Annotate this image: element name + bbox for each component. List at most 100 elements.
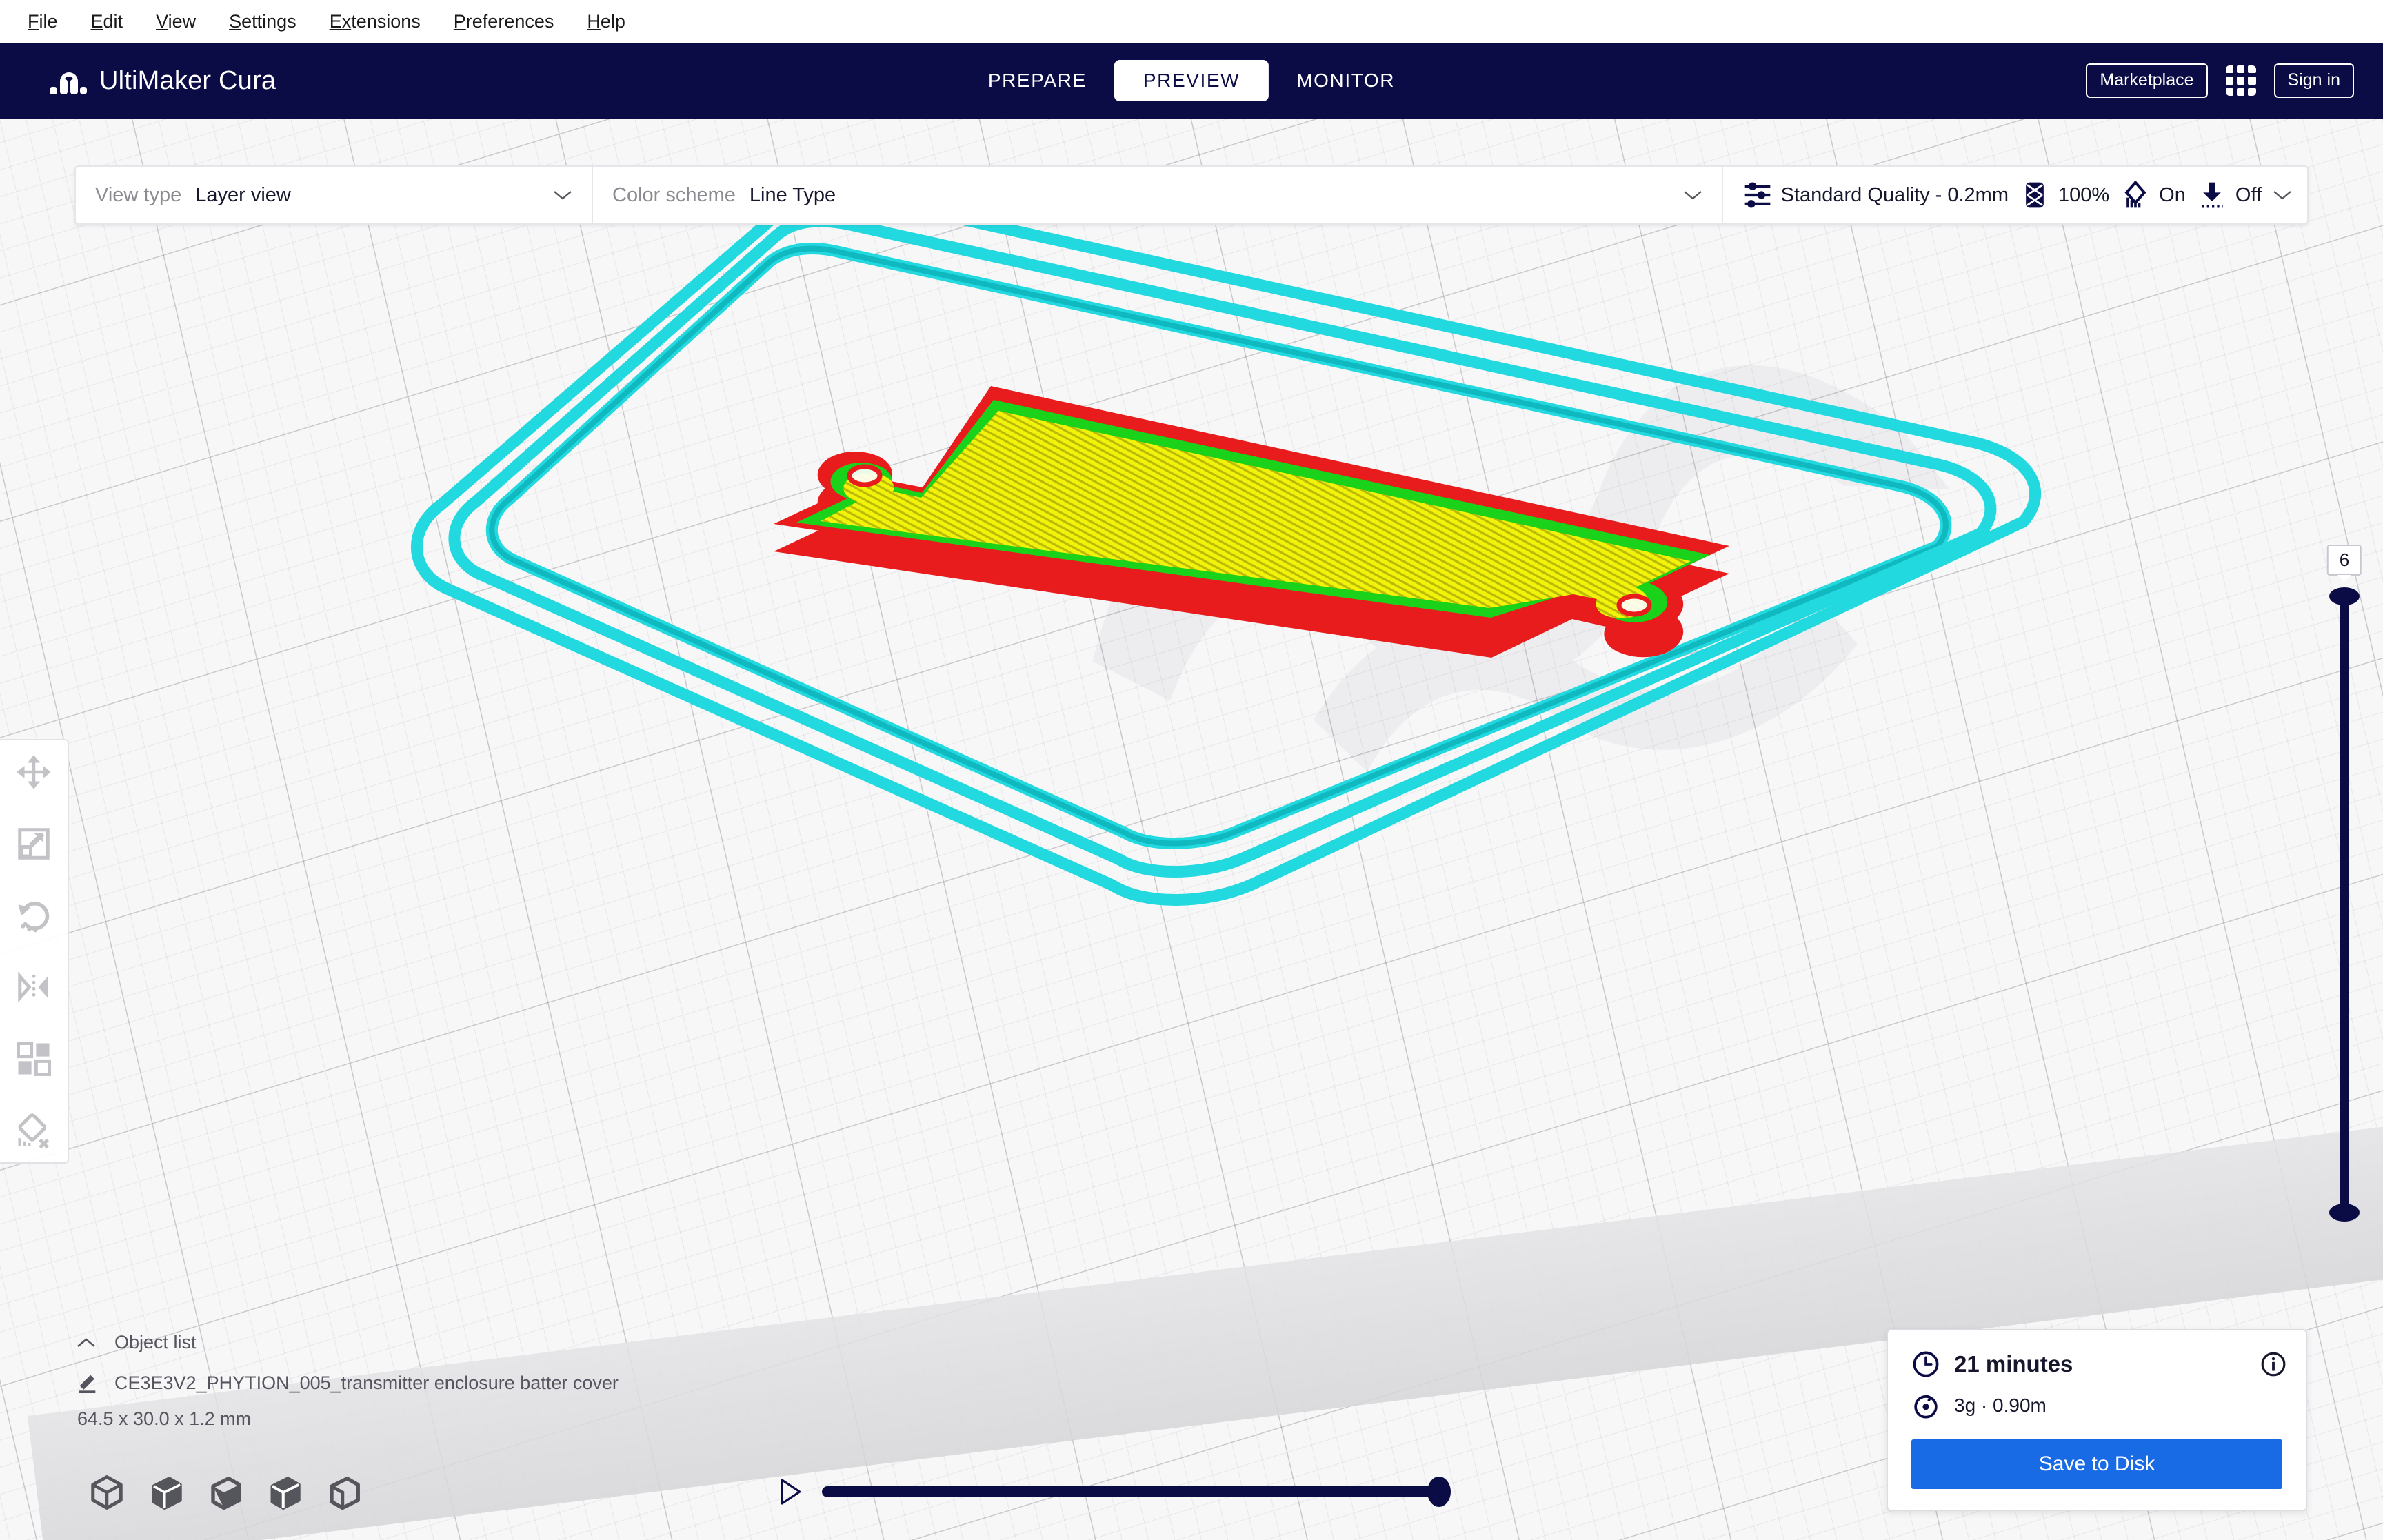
view-type-value: Layer view (195, 183, 291, 206)
infill-icon (2026, 182, 2044, 208)
move-icon (17, 755, 51, 789)
color-scheme-chevron-down-icon (1683, 190, 1702, 201)
left-tool-column (0, 739, 69, 1164)
menu-view-mnemonic: V (156, 10, 168, 32)
marketplace-button[interactable]: Marketplace (2086, 63, 2208, 98)
menu-settings[interactable]: Settings (214, 8, 312, 35)
view-type-label: View type (95, 183, 182, 206)
ultimaker-logo-icon (50, 67, 87, 94)
brand: UltiMaker Cura (0, 66, 276, 96)
menu-file[interactable]: File (12, 8, 73, 35)
support-icon (2124, 180, 2146, 208)
scale-tool[interactable] (13, 823, 54, 864)
support-blocker-icon (18, 1113, 50, 1149)
rotate-icon (18, 902, 50, 933)
print-info-card: 21 minutes 3g · 0.90m Save to Disk (1887, 1329, 2307, 1511)
layer-slider[interactable]: 6 (2324, 545, 2365, 1222)
layer-slider-value: 6 (2326, 545, 2362, 576)
sliders-icon (1744, 182, 1770, 208)
info-icon[interactable] (2260, 1351, 2286, 1377)
menu-file-rest: ile (39, 10, 58, 32)
save-to-disk-button[interactable]: Save to Disk (1911, 1439, 2282, 1489)
scale-icon (18, 828, 50, 860)
print-setup-chevron-down-icon[interactable] (2273, 190, 2292, 201)
move-tool[interactable] (13, 751, 54, 793)
view-left-icon[interactable] (266, 1474, 303, 1511)
support-chip[interactable]: On (2120, 180, 2186, 210)
profile-value: Standard Quality - 0.2mm (1780, 183, 2009, 206)
layer-slider-handle-top[interactable] (2329, 587, 2360, 605)
3d-viewport[interactable]: 6 Object list CE3E3V2_PHYTION_005_transm… (0, 119, 2383, 1540)
menu-edit-mnemonic: E (90, 10, 103, 32)
app-bar-right: Marketplace Sign in (2086, 63, 2354, 98)
menu-bar: File Edit View Settings Extensions Prefe… (0, 0, 2383, 43)
sign-in-button[interactable]: Sign in (2273, 63, 2354, 98)
pencil-icon (79, 1375, 96, 1394)
menu-extensions-rest: tensions (351, 10, 421, 32)
path-slider[interactable] (779, 1471, 1451, 1512)
support-value: On (2159, 183, 2186, 206)
path-slider-track[interactable] (822, 1477, 1451, 1507)
preview-settings-bar: View type Layer view Color scheme Line T… (74, 165, 2309, 225)
camera-view-buttons (88, 1474, 363, 1511)
menu-preferences[interactable]: Preferences (439, 8, 570, 35)
menu-extensions[interactable]: Extensions (314, 8, 436, 35)
apps-grid-icon[interactable] (2225, 65, 2256, 96)
material-usage: 3g · 0.90m (1954, 1395, 2047, 1416)
object-list-header[interactable]: Object list (76, 1332, 619, 1353)
object-list-item[interactable]: CE3E3V2_PHYTION_005_transmitter enclosur… (76, 1371, 619, 1395)
spool-icon (1914, 1395, 1938, 1419)
layer-slider-handle-bottom[interactable] (2329, 1204, 2360, 1222)
view-top-icon[interactable] (207, 1474, 244, 1511)
color-scheme-dropdown[interactable]: Color scheme Line Type (593, 167, 1723, 223)
profile-chip[interactable]: Standard Quality - 0.2mm (1742, 180, 2009, 210)
menu-help-mnemonic: H (587, 10, 601, 32)
path-slider-handle[interactable] (1427, 1477, 1451, 1507)
layer-slider-track[interactable] (2340, 600, 2349, 1209)
print-setup-selector[interactable]: Standard Quality - 0.2mm 100% On Off (1723, 167, 2307, 223)
menu-preferences-rest: references (465, 10, 554, 32)
object-name: CE3E3V2_PHYTION_005_transmitter enclosur… (114, 1372, 619, 1393)
menu-view[interactable]: View (141, 8, 211, 35)
menu-edit[interactable]: Edit (76, 8, 139, 35)
tab-prepare[interactable]: PREPARE (965, 60, 1110, 101)
print-time-row: 21 minutes (1911, 1350, 2282, 1379)
menu-preferences-mnemonic: P (453, 10, 466, 32)
adhesion-chip[interactable]: Off (2197, 180, 2262, 210)
menu-help[interactable]: Help (572, 8, 641, 35)
print-time: 21 minutes (1954, 1351, 2073, 1377)
per-model-settings-icon (17, 1042, 51, 1076)
tab-monitor[interactable]: MONITOR (1273, 60, 1418, 101)
adhesion-value: Off (2235, 183, 2262, 206)
menu-edit-rest: dit (103, 10, 123, 32)
view-right-icon[interactable] (325, 1474, 363, 1511)
color-scheme-value: Line Type (749, 183, 836, 206)
app-bar: UltiMaker Cura PREPARE PREVIEW MONITOR M… (0, 43, 2383, 119)
material-row: 3g · 0.90m (1911, 1391, 2282, 1420)
chevron-up-icon (77, 1337, 95, 1347)
menu-settings-mnemonic: S (229, 10, 242, 32)
object-list-panel: Object list CE3E3V2_PHYTION_005_transmit… (76, 1332, 619, 1430)
infill-chip[interactable]: 100% (2020, 180, 2109, 210)
menu-settings-rest: ettings (241, 10, 296, 32)
view-type-dropdown[interactable]: View type Layer view (76, 167, 593, 223)
tab-preview[interactable]: PREVIEW (1114, 60, 1269, 101)
per-model-settings-tool[interactable] (13, 1038, 54, 1080)
menu-help-rest: elp (600, 10, 625, 32)
object-dimensions: 64.5 x 30.0 x 1.2 mm (77, 1408, 252, 1429)
view-3d-icon[interactable] (88, 1474, 125, 1511)
color-scheme-label: Color scheme (612, 183, 736, 206)
rotate-tool[interactable] (13, 895, 54, 936)
object-list-title: Object list (114, 1332, 197, 1352)
mirror-icon (18, 971, 48, 1003)
play-icon[interactable] (779, 1478, 803, 1506)
view-front-icon[interactable] (148, 1474, 185, 1511)
adhesion-icon (2202, 182, 2223, 208)
support-blocker-tool[interactable] (13, 1110, 54, 1151)
infill-value: 100% (2058, 183, 2110, 206)
mirror-tool[interactable] (13, 966, 54, 1008)
main-tabs: PREPARE PREVIEW MONITOR (965, 60, 1418, 101)
menu-extensions-mnemonic: Ex (329, 10, 352, 32)
app-title: UltiMaker Cura (99, 65, 276, 95)
cura-window: File Edit View Settings Extensions Prefe… (0, 0, 2383, 1540)
